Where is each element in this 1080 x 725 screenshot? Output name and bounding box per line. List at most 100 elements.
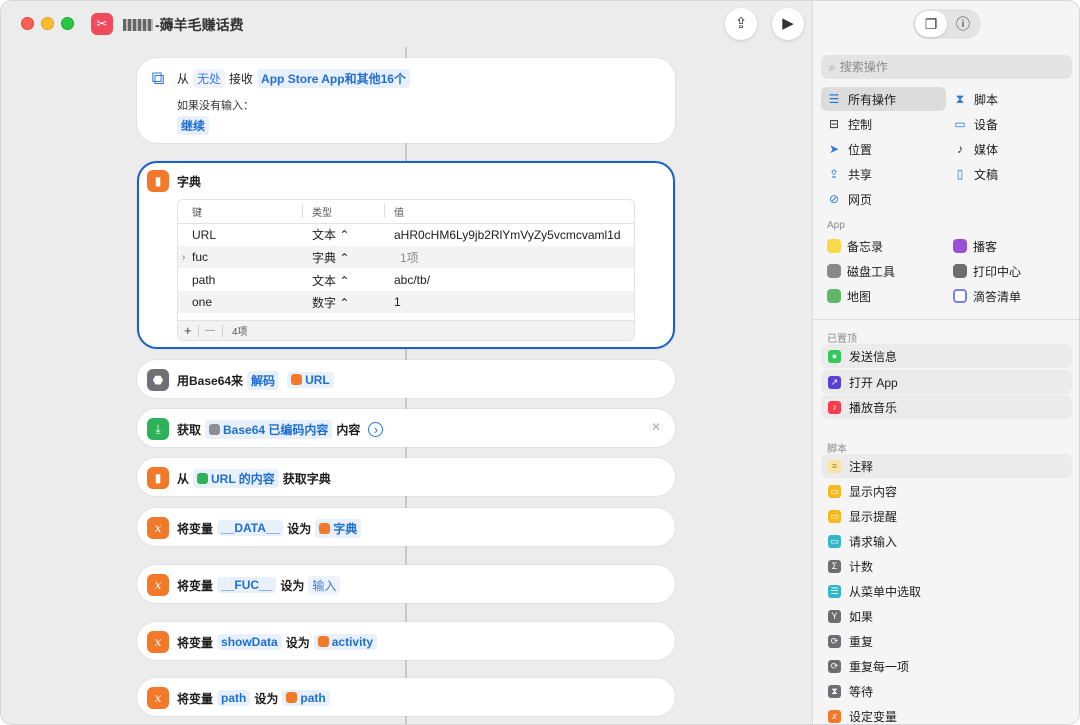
row-key[interactable]: path xyxy=(192,273,215,287)
table-row[interactable]: one 数字 ⌃ 1 xyxy=(178,291,634,313)
remove-row-button[interactable]: — xyxy=(205,325,215,336)
category-control[interactable]: ⊟ 控制 xyxy=(821,112,946,136)
app-ticktick[interactable]: 滴答清单 xyxy=(947,284,1072,308)
category-sharing[interactable]: ⇪ 共享 xyxy=(821,162,946,186)
details-tab[interactable]: ⓘ xyxy=(947,11,979,37)
column-divider xyxy=(384,204,385,218)
header-type: 类型 xyxy=(312,207,332,219)
app-disk-utility[interactable]: 磁盘工具 xyxy=(821,259,946,283)
app-label: 备忘录 xyxy=(847,239,884,254)
row-type-selector[interactable]: 文本 ⌃ xyxy=(312,272,349,289)
input-types-token[interactable]: App Store App和其他16个 xyxy=(257,68,410,88)
table-row[interactable]: URL 文本 ⌃ aHR0cHM6Ly9jb2RlYmVyZy5vcmcvaml… xyxy=(178,223,634,245)
app-podcasts[interactable]: 播客 xyxy=(947,234,1072,258)
table-row[interactable]: path 文本 ⌃ abc/tb/ xyxy=(178,269,634,291)
row-type-selector[interactable]: 字典 ⌃ xyxy=(312,249,349,266)
script-action-show-alert[interactable]: ▭ 显示提醒 xyxy=(821,504,1072,528)
expand-chevron-icon[interactable]: › xyxy=(368,421,384,437)
row-key[interactable]: URL xyxy=(192,228,216,242)
script-action-repeat-each[interactable]: ⟳ 重复每一项 xyxy=(821,654,1072,678)
variable-name-token[interactable]: path xyxy=(217,690,251,706)
variable-name-token[interactable]: __DATA__ xyxy=(217,520,284,536)
app-label: 播客 xyxy=(973,239,998,254)
set-variable-card[interactable]: x 将变量 __FUC__ 设为 输入 xyxy=(137,565,675,603)
no-input-continue-token[interactable]: 继续 xyxy=(177,116,210,135)
variable-value-token[interactable]: path xyxy=(300,691,325,705)
set-variable-card[interactable]: x 将变量 path 设为 path xyxy=(137,678,675,716)
share-icon: ⇪ xyxy=(734,15,748,32)
close-icon[interactable]: ✕ xyxy=(651,420,661,434)
close-window-button[interactable] xyxy=(21,17,34,30)
script-action-show-result[interactable]: ▭ 显示内容 xyxy=(821,479,1072,503)
category-location[interactable]: ➤ 位置 xyxy=(821,137,946,161)
source-token[interactable]: 无处 xyxy=(193,68,226,88)
add-row-button[interactable]: + xyxy=(184,323,192,338)
category-web[interactable]: ⊘ 网页 xyxy=(821,187,946,211)
receive-input-card[interactable]: ⧉ 从 无处 接收 App Store App和其他16个 如果没有输入： 继续 xyxy=(137,58,675,143)
decode-mode-token[interactable]: 解码 xyxy=(247,370,280,390)
disclosure-chevron-icon[interactable]: › xyxy=(182,252,185,263)
category-media[interactable]: ♪ 媒体 xyxy=(947,137,1072,161)
editor-canvas[interactable]: ⧉ 从 无处 接收 App Store App和其他16个 如果没有输入： 继续… xyxy=(1,47,812,724)
window-title[interactable]: -薅羊毛赚话费 xyxy=(123,15,244,35)
pinned-action-send-message[interactable]: ● 发送信息 xyxy=(821,344,1072,368)
library-tab[interactable]: ❐ xyxy=(915,11,947,37)
row-type-selector[interactable]: 数字 ⌃ xyxy=(312,294,349,311)
script-action-if[interactable]: Y 如果 xyxy=(821,604,1072,628)
row-key[interactable]: one xyxy=(192,295,212,309)
pinned-action-open-app[interactable]: ↗ 打开 App xyxy=(821,370,1072,394)
row-value[interactable]: 1项 xyxy=(400,249,419,266)
variable-value-token[interactable]: 输入 xyxy=(308,575,341,595)
script-action-set-variable[interactable]: x 设定变量 xyxy=(821,704,1072,724)
script-action-repeat[interactable]: ⟳ 重复 xyxy=(821,629,1072,653)
pinned-action-play-music[interactable]: ♪ 播放音乐 xyxy=(821,395,1072,419)
script-action-ask-input[interactable]: ▭ 请求输入 xyxy=(821,529,1072,553)
action-label: 重复 xyxy=(849,634,874,649)
get-contents-card[interactable]: ⤓ 获取 Base64 已编码内容 内容 › ✕ xyxy=(137,409,675,447)
get-dictionary-card[interactable]: ▮ 从 URL 的内容 获取字典 xyxy=(137,458,675,496)
shortcuts-window: ✂ -薅羊毛赚话费 ⇪ ▶ ⧉ 从 无处 接收 App Store App和其他… xyxy=(0,0,1080,725)
app-notes[interactable]: 备忘录 xyxy=(821,234,946,258)
script-action-wait[interactable]: ⧗ 等待 xyxy=(821,679,1072,703)
variable-name-token[interactable]: __FUC__ xyxy=(217,577,277,593)
title-bar: ✂ -薅羊毛赚话费 ⇪ ▶ xyxy=(1,1,812,47)
category-documents[interactable]: ▯ 文稿 xyxy=(947,162,1072,186)
share-button[interactable]: ⇪ xyxy=(725,8,757,40)
script-action-count[interactable]: Σ 计数 xyxy=(821,554,1072,578)
base64-decode-card[interactable]: ⬣ 用Base64来 解码 URL xyxy=(137,360,675,398)
search-input[interactable] xyxy=(839,60,1040,74)
dictionary-mini-icon xyxy=(317,636,329,647)
action-label: 等待 xyxy=(849,684,874,699)
dictionary-card[interactable]: ▮ 字典 键 类型 值 URL 文本 ⌃ aHR0cHM6Ly9jb2RlYmV… xyxy=(137,161,675,349)
app-print-center[interactable]: 打印中心 xyxy=(947,259,1072,283)
url-content-token[interactable]: URL 的内容 xyxy=(211,472,275,486)
category-all-actions[interactable]: ☰ 所有操作 xyxy=(821,87,946,111)
printer-app-icon xyxy=(953,264,967,278)
base64-content-token[interactable]: Base64 已编码内容 xyxy=(223,423,328,437)
zoom-window-button[interactable] xyxy=(61,17,74,30)
app-maps[interactable]: 地图 xyxy=(821,284,946,308)
row-value[interactable]: aHR0cHM6Ly9jb2RlYmVyZy5vcmcvaml1d xyxy=(394,228,621,242)
set-variable-card[interactable]: x 将变量 __DATA__ 设为 字典 xyxy=(137,508,675,546)
script-action-comment[interactable]: ≡ 注释 xyxy=(821,454,1072,478)
display-icon: ▭ xyxy=(954,117,966,131)
minimize-window-button[interactable] xyxy=(41,17,54,30)
set-variable-card[interactable]: x 将变量 showData 设为 activity xyxy=(137,622,675,660)
script-action-choose-menu[interactable]: ☰ 从菜单中选取 xyxy=(821,579,1072,603)
variable-value-token[interactable]: activity xyxy=(332,635,373,649)
category-scripting[interactable]: ⧗ 脚本 xyxy=(947,87,1072,111)
row-type-selector[interactable]: 文本 ⌃ xyxy=(312,226,349,243)
action-row: x 将变量 showData 设为 activity xyxy=(147,631,381,653)
run-button[interactable]: ▶ xyxy=(772,8,804,40)
table-row[interactable]: › fuc 字典 ⌃ 1项 xyxy=(178,246,634,268)
shortcut-scissors-icon[interactable]: ✂ xyxy=(91,13,113,35)
row-key[interactable]: fuc xyxy=(192,250,208,264)
category-device[interactable]: ▭ 设备 xyxy=(947,112,1072,136)
row-value[interactable]: abc/tb/ xyxy=(394,273,430,287)
row-value[interactable]: 1 xyxy=(394,295,401,309)
url-variable-token[interactable]: URL xyxy=(305,373,330,387)
search-field[interactable]: ⌕ xyxy=(821,55,1072,79)
compass-icon: ⊘ xyxy=(828,192,840,206)
variable-name-token[interactable]: showData xyxy=(217,634,282,650)
variable-value-token[interactable]: 字典 xyxy=(333,522,357,536)
